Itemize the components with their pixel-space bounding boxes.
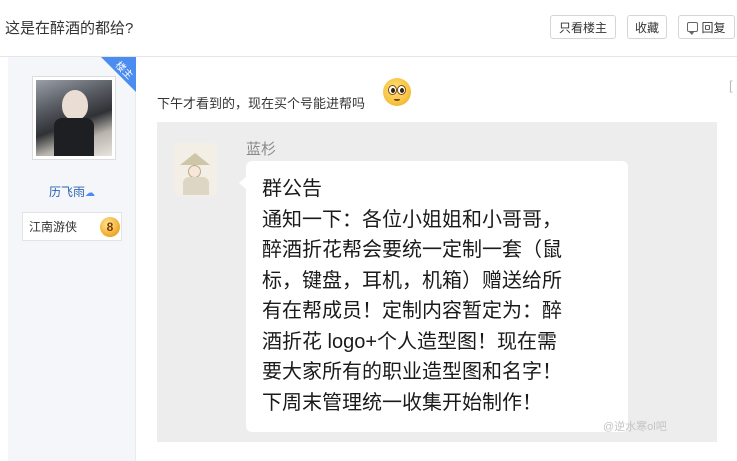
announcement-line: 群公告 <box>262 178 322 200</box>
reply-label: 回复 <box>701 20 726 35</box>
level-name: 江南游侠 <box>29 220 78 234</box>
announcement-text: 群公告 通知一下：各位小姐姐和小哥哥， 醉酒折花帮会要统一定制一套（鼠 标，键盘… <box>262 174 622 418</box>
post-text: 下午才看到的，现在买个号能进帮吗 <box>157 96 366 111</box>
announcement-line: 要大家所有的职业造型图和名字！ <box>262 361 562 383</box>
announcement-line: 有在帮成员！定制内容暂定为：醉 <box>262 300 562 322</box>
author-name-text: 历飞雨 <box>48 185 85 199</box>
chat-screenshot-image[interactable]: 蓝杉 群公告 通知一下：各位小姐姐和小哥哥， 醉酒折花帮会要统一定制一套（鼠 标… <box>157 122 717 442</box>
favorite-label: 收藏 <box>634 20 659 35</box>
only-owner-label: 只看楼主 <box>558 20 607 35</box>
chat-avatar <box>174 143 217 196</box>
author-name[interactable]: 历飞雨☁ <box>8 183 136 200</box>
favorite-button[interactable]: 收藏 <box>627 15 667 39</box>
thread-title: 这是在醉酒的都给? <box>5 20 134 37</box>
cut-off-element: [ <box>729 78 733 93</box>
announcement-line: 下周末管理统一收集开始制作！ <box>262 391 542 414</box>
owner-badge: 楼主 <box>101 57 136 92</box>
announcement-line: 标，键盘，耳机，机箱）赠送给所 <box>262 269 562 292</box>
level-number: 8 <box>100 217 120 237</box>
reply-button[interactable]: 回复 <box>678 15 735 39</box>
level-badge[interactable]: 江南游侠 8 <box>22 212 122 241</box>
cloud-icon: ☁ <box>85 188 95 199</box>
chat-sender-name: 蓝杉 <box>246 141 277 158</box>
only-owner-button[interactable]: 只看楼主 <box>550 15 616 39</box>
surprised-emoji-icon <box>383 78 411 106</box>
author-panel: 楼主 历飞雨☁ 江南游侠 8 <box>8 57 136 461</box>
announcement-line: 醉酒折花帮会要统一定制一套（鼠 <box>262 239 562 261</box>
announcement-line: 酒折花 logo+个人造型图！现在需 <box>262 330 558 353</box>
announcement-line: 通知一下：各位小姐姐和小哥哥， <box>262 208 562 231</box>
chat-bubble: 群公告 通知一下：各位小姐姐和小哥哥， 醉酒折花帮会要统一定制一套（鼠 标，键盘… <box>239 161 628 432</box>
watermark: @逆水寒ol吧 <box>603 421 667 433</box>
reply-icon <box>687 22 699 35</box>
